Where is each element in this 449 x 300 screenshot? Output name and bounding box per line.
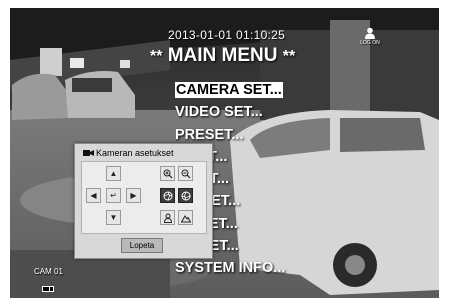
down-arrow-icon: ▼ [109,213,118,222]
menu-item-label: SYSTEM INFO... [175,260,286,277]
pan-up-button[interactable]: ▲ [106,166,121,181]
left-arrow-icon: ◀ [90,191,97,200]
pan-down-button[interactable]: ▼ [106,210,121,225]
ptz-control-panel: ▲ ◀ ↵ ▶ ▼ [81,161,207,234]
right-arrow-icon: ▶ [130,191,137,200]
quit-button[interactable]: Lopeta [121,238,163,253]
main-menu-title: ** MAIN MENU ** [150,45,295,67]
menu-item-camera-set[interactable]: CAMERA SET... [175,80,285,102]
iris-close-button[interactable] [178,188,193,203]
datetime-display: 2013-01-01 01:10:25 [168,28,286,42]
enter-button[interactable]: ↵ [106,188,121,203]
iris-open-icon [163,191,172,200]
up-arrow-icon: ▲ [109,169,118,178]
zoom-out-button[interactable] [178,166,193,181]
focus-near-button[interactable] [160,210,175,225]
focus-far-button[interactable] [178,210,193,225]
enter-icon: ↵ [110,191,117,200]
menu-item-label: VIDEO SET... [175,104,263,121]
menu-item-label: PRESET... [175,126,244,143]
camera-icon [83,149,94,159]
person-icon [163,213,172,223]
title-suffix: ** [282,48,296,65]
menu-item-video-set[interactable]: VIDEO SET... [175,102,285,124]
zoom-in-button[interactable] [160,166,175,181]
zoom-in-icon [163,169,172,178]
title-text: MAIN MENU [167,45,278,66]
pan-left-button[interactable]: ◀ [86,188,101,203]
mountain-icon [180,214,191,222]
title-prefix: ** [150,48,163,65]
popup-title: Kameran asetukset [83,148,174,159]
menu-item-system-info[interactable]: SYSTEM INFO... [175,258,285,280]
camera-label: CAM 01 [34,267,63,276]
zoom-out-icon [181,169,190,178]
logon-label: LOG ON [360,40,380,46]
popup-title-text: Kameran asetukset [96,148,174,158]
iris-close-icon [181,191,190,200]
dvr-screen: 2013-01-01 01:10:25 LOG ON ** MAIN MENU … [0,0,449,300]
iris-open-button[interactable] [160,188,175,203]
ptz-camera-icon [42,279,54,297]
menu-item-label: CAMERA SET... [175,82,283,98]
camera-settings-popup: Kameran asetukset ▲ ◀ ↵ ▶ ▼ Lopeta [74,143,213,259]
pan-right-button[interactable]: ▶ [126,188,141,203]
